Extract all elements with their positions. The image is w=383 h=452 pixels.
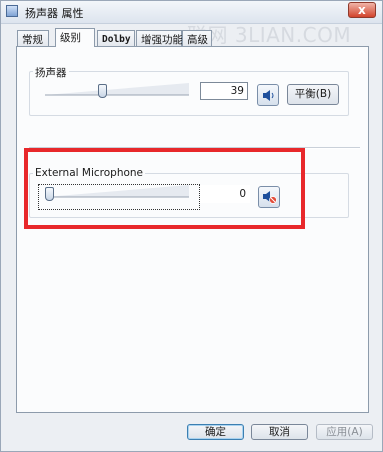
tab-levels[interactable]: 级别 — [55, 28, 95, 47]
tab-dolby[interactable]: Dolby — [97, 30, 135, 46]
balance-button[interactable]: 平衡(B) — [287, 84, 339, 105]
tab-enhancements[interactable]: 增强功能 — [136, 30, 183, 46]
speaker-group-label: 扬声器 — [33, 65, 69, 80]
cancel-button[interactable]: 取消 — [251, 424, 308, 440]
close-button[interactable]: x — [348, 2, 376, 18]
window-app-icon — [6, 5, 18, 17]
highlight-annotation-box — [24, 148, 305, 229]
speaker-level-value[interactable]: 39 — [200, 82, 248, 100]
speaker-volume-icon — [263, 90, 274, 101]
tab-advanced[interactable]: 高级 — [182, 30, 212, 46]
speaker-volume-slider[interactable] — [45, 81, 191, 99]
tab-general[interactable]: 常规 — [17, 30, 49, 46]
speaker-mute-button[interactable] — [257, 84, 279, 106]
close-icon: x — [358, 3, 366, 17]
speaker-slider-thumb[interactable] — [97, 84, 107, 98]
ok-button[interactable]: 确定 — [187, 424, 244, 440]
apply-button[interactable]: 应用(A) — [316, 424, 373, 440]
window-title: 扬声器 属性 — [25, 7, 84, 20]
properties-window: 扬声器 属性 x 联网 3LIAN.COM 常规 级别 Dolby 增强功能 高… — [0, 0, 383, 452]
speaker-slider-wedge — [45, 83, 189, 95]
